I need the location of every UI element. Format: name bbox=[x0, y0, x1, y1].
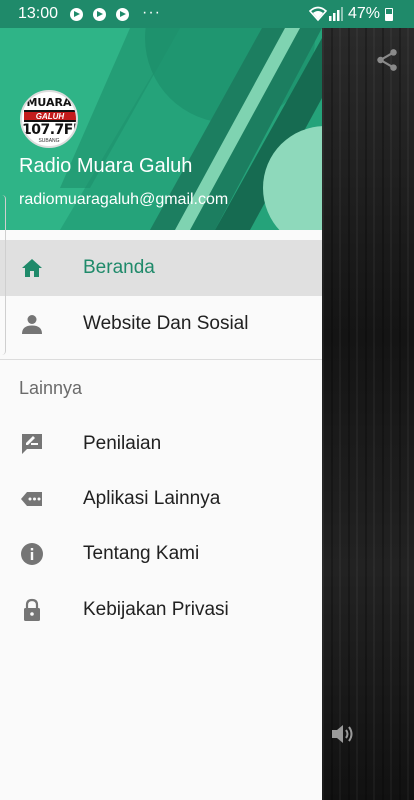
menu-item-label: Penilaian bbox=[83, 433, 162, 454]
menu-item-label: Website Dan Sosial bbox=[83, 313, 249, 334]
divider bbox=[0, 359, 322, 360]
battery-percentage: 47% bbox=[348, 5, 381, 22]
station-logo: MUARA GALUH 107.7FM SUBANG bbox=[20, 90, 78, 148]
more-apps-icon bbox=[21, 492, 42, 506]
menu-item-label: Kebijakan Privasi bbox=[83, 599, 229, 620]
home-icon bbox=[22, 259, 42, 277]
station-name: Radio Muara Galuh bbox=[19, 155, 193, 177]
status-bar: 13:00 ··· 47% bbox=[0, 0, 414, 28]
menu-item-tentang-kami[interactable]: Tentang Kami bbox=[0, 526, 322, 582]
person-icon bbox=[22, 315, 42, 334]
info-icon bbox=[21, 543, 43, 565]
menu-item-label: Tentang Kami bbox=[83, 543, 200, 564]
drawer-edge-handle[interactable] bbox=[0, 195, 6, 355]
drawer-header: MUARA GALUH 107.7FM SUBANG Radio Muara G… bbox=[0, 28, 322, 230]
section-label-lainnya: Lainnya bbox=[19, 378, 83, 398]
navigation-drawer: MUARA GALUH 107.7FM SUBANG Radio Muara G… bbox=[0, 28, 322, 800]
wifi-signal-icon bbox=[309, 6, 343, 22]
menu-item-website-dan-sosial[interactable]: Website Dan Sosial bbox=[0, 296, 322, 352]
volume-icon[interactable] bbox=[330, 722, 356, 746]
media-notification-icon bbox=[93, 8, 106, 21]
more-notifications-icon: ··· bbox=[142, 4, 161, 21]
menu-item-aplikasi-lainnya[interactable]: Aplikasi Lainnya bbox=[0, 471, 322, 527]
rate-review-icon bbox=[22, 434, 42, 454]
menu-item-label: Aplikasi Lainnya bbox=[83, 488, 221, 509]
status-time: 13:00 bbox=[18, 5, 59, 22]
menu-item-penilaian[interactable]: Penilaian bbox=[0, 416, 322, 472]
menu-item-beranda[interactable]: Beranda bbox=[0, 240, 322, 296]
battery-icon bbox=[385, 8, 393, 21]
background-wood-panel bbox=[322, 28, 414, 800]
station-email: radiomuaragaluh@gmail.com bbox=[19, 191, 229, 208]
lock-icon bbox=[24, 598, 40, 621]
menu-item-label: Beranda bbox=[83, 257, 155, 278]
share-icon[interactable] bbox=[374, 47, 400, 73]
media-notification-icon bbox=[116, 8, 129, 21]
media-notification-icon bbox=[70, 8, 83, 21]
menu-item-kebijakan-privasi[interactable]: Kebijakan Privasi bbox=[0, 582, 322, 638]
